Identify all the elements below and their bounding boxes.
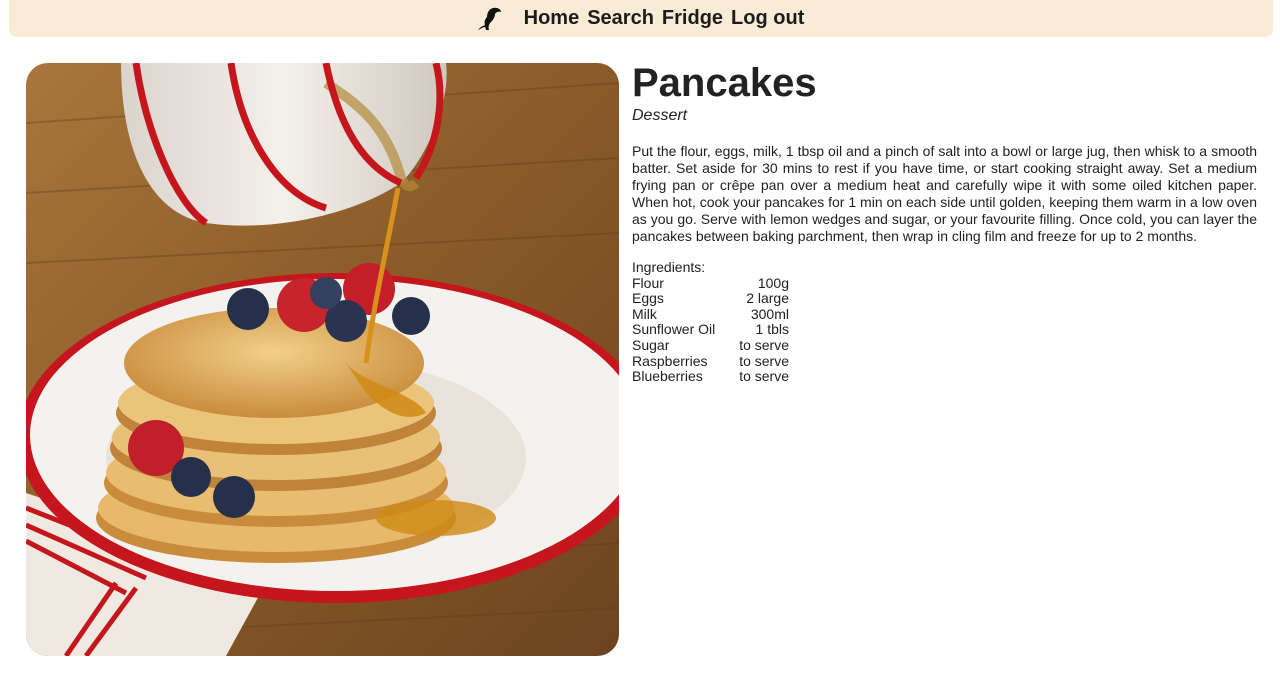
ingredient-row: Sugar to serve: [632, 336, 789, 354]
ingredient-row: Flour 100g: [632, 274, 789, 292]
ingredients-label: Ingredients:: [632, 259, 706, 275]
ingredient-name: Blueberries: [632, 368, 703, 385]
recipe-photo: [26, 63, 619, 656]
ingredient-row: Milk 300ml: [632, 305, 789, 323]
ingredient-row: Raspberries to serve: [632, 352, 789, 370]
nav-link-home[interactable]: Home: [524, 7, 580, 30]
ingredient-name: Flour: [632, 274, 664, 291]
ingredient-row: Sunflower Oil 1 tbls: [632, 322, 789, 338]
ingredient-name: Raspberries: [632, 352, 708, 369]
ingredient-qty: 1 tbls: [755, 321, 789, 338]
ingredient-qty: 100g: [757, 274, 789, 291]
top-nav-bar: Home Search Fridge Log out: [9, 0, 1273, 37]
ingredients-table: Flour 100g Eggs 2 large Milk 300ml Sunfl…: [632, 274, 789, 385]
ingredient-qty: to serve: [739, 336, 789, 353]
ingredient-qty: 2 large: [746, 290, 789, 307]
recipe-title: Pancakes: [632, 61, 817, 105]
recipe-details: Pancakes Dessert Put the flour, eggs, mi…: [632, 60, 1257, 385]
ingredients-section: Ingredients: Flour 100g Eggs 2 large Mil…: [632, 259, 1257, 385]
ingredient-name: Eggs: [632, 290, 664, 307]
ingredient-name: Milk: [632, 305, 657, 322]
nav-link-search[interactable]: Search: [587, 7, 654, 30]
ingredient-qty: to serve: [739, 352, 789, 369]
nav-link-logout[interactable]: Log out: [731, 7, 804, 30]
ingredient-name: Sunflower Oil: [632, 321, 716, 338]
ingredient-row: Blueberries to serve: [632, 369, 789, 385]
ingredient-name: Sugar: [632, 336, 670, 353]
recipe-category: Dessert: [632, 107, 688, 124]
ingredient-qty: 300ml: [750, 305, 789, 322]
ingredient-qty: to serve: [739, 368, 789, 385]
nav-link-fridge[interactable]: Fridge: [662, 7, 723, 30]
recipe-method: Put the flour, eggs, milk, 1 tbsp oil an…: [632, 143, 1257, 244]
logo-icon[interactable]: [474, 4, 504, 34]
ingredient-row: Eggs 2 large: [632, 291, 789, 307]
